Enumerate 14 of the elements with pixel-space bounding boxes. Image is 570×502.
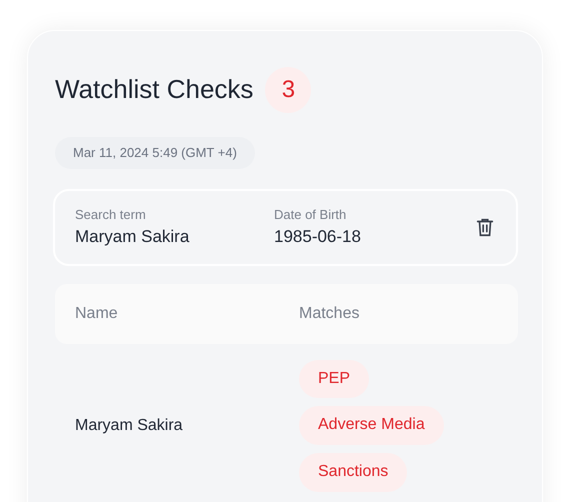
match-tag: PEP xyxy=(299,360,370,398)
match-tag: Sanctions xyxy=(299,453,408,492)
page-title: Watchlist Checks xyxy=(55,74,254,106)
delete-icon[interactable] xyxy=(474,216,496,238)
column-header: Name xyxy=(75,304,119,324)
timestamp: Mar 11, 2024 5:49 (GMT +4) xyxy=(55,137,255,168)
match-tag: Adverse Media xyxy=(299,406,444,446)
field-value: Maryam Sakira xyxy=(75,226,190,248)
table-cell-text: Maryam Sakira xyxy=(75,416,184,436)
field-label: Search term xyxy=(75,206,147,224)
field-value: 1985-06-18 xyxy=(274,226,362,248)
field-label: Date of Birth xyxy=(274,206,348,224)
column-header: Matches xyxy=(299,304,360,324)
count-badge: 3 xyxy=(265,67,312,113)
